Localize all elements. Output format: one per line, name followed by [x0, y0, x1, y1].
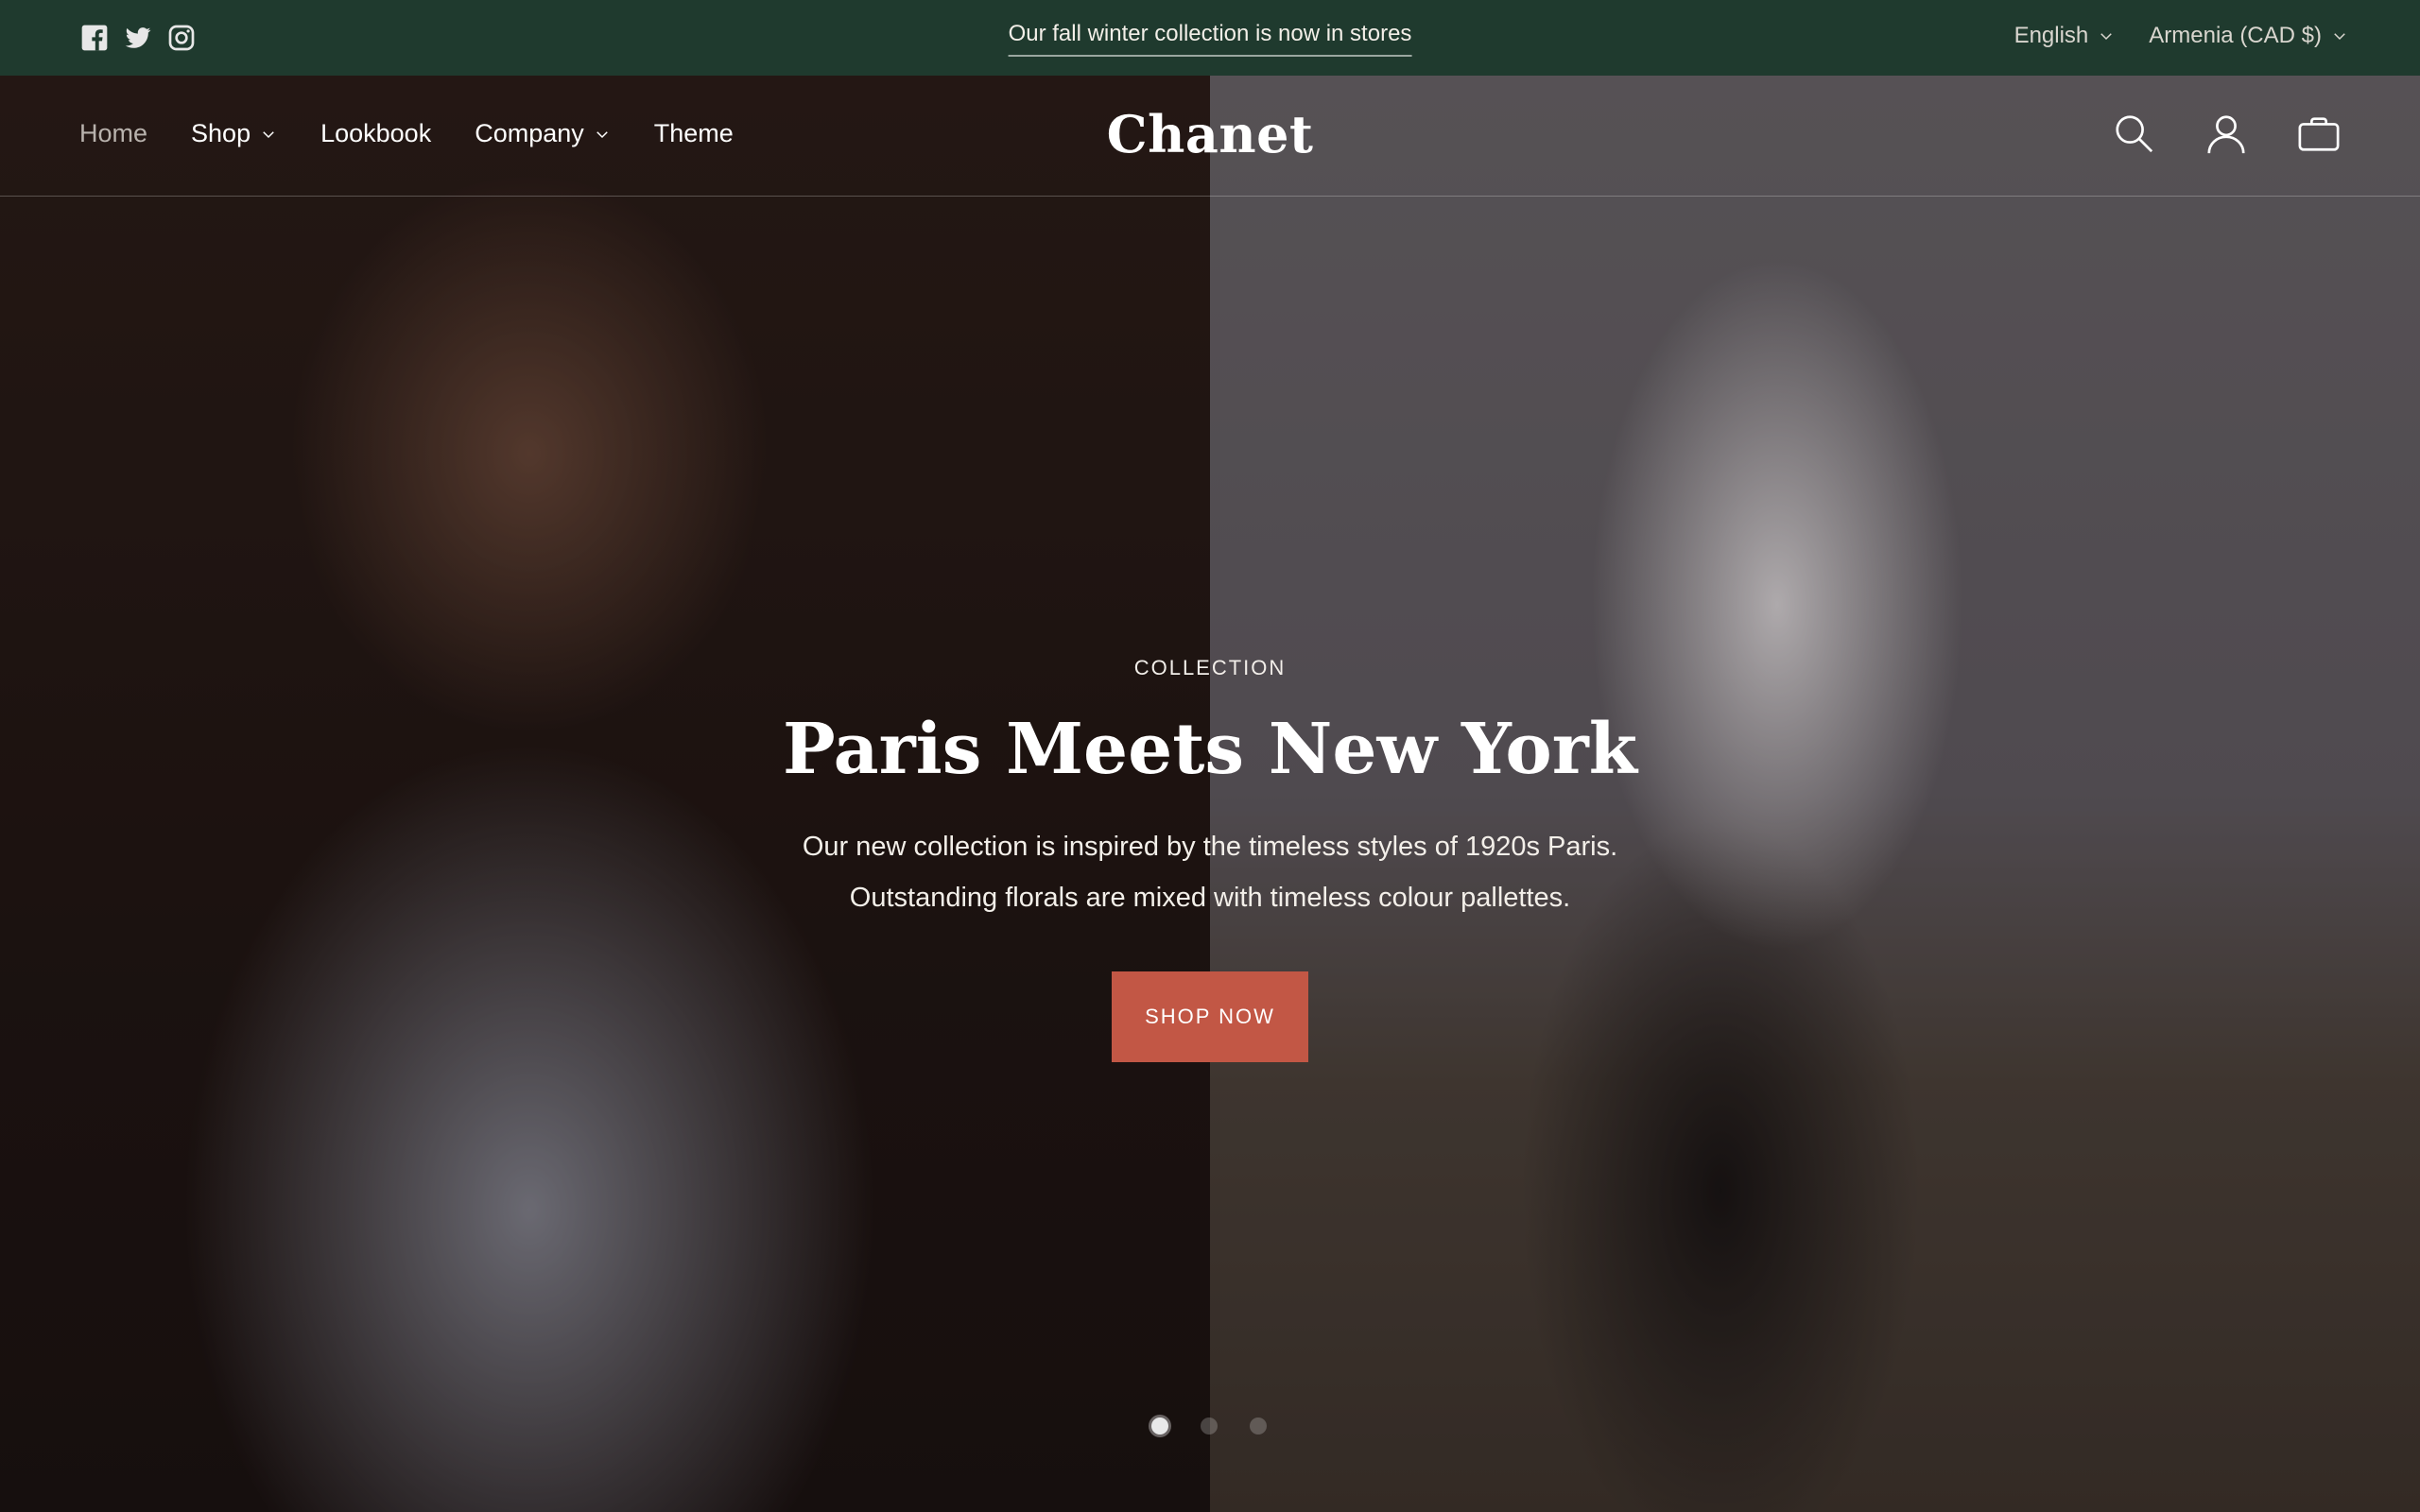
site-header: Home Shop Lookbook Company Theme Chanet — [0, 76, 2420, 197]
hero-title: Paris Meets New York — [782, 709, 1637, 790]
shop-now-button[interactable]: SHOP NOW — [1112, 971, 1308, 1062]
nav-item-label: Lookbook — [320, 119, 432, 147]
chevron-down-icon — [263, 130, 274, 138]
slide-dot-1[interactable] — [1151, 1418, 1168, 1435]
slideshow-dots — [1151, 1418, 1267, 1435]
instagram-icon[interactable] — [166, 23, 197, 53]
site-logo[interactable]: Chanet — [1107, 104, 1314, 164]
currency-label: Armenia (CAD $) — [2149, 23, 2322, 48]
hero-slideshow — [0, 76, 2420, 1512]
nav-item-home[interactable]: Home — [79, 119, 147, 148]
nav-item-label: Shop — [191, 119, 251, 147]
chevron-down-icon — [2100, 33, 2113, 41]
announcement-text[interactable]: Our fall winter collection is now in sto… — [1008, 21, 1412, 57]
slide-dot-2[interactable] — [1201, 1418, 1218, 1435]
hero-description-line-2: Outstanding florals are mixed with timel… — [849, 883, 1571, 913]
nav-item-label: Company — [475, 119, 584, 147]
social-links — [79, 23, 197, 53]
cart-icon[interactable] — [2297, 112, 2341, 155]
main-nav: Home Shop Lookbook Company Theme — [79, 119, 734, 148]
nav-item-company[interactable]: Company — [475, 119, 611, 148]
currency-selector[interactable]: Armenia (CAD $) — [2149, 23, 2348, 49]
header-actions — [2112, 112, 2341, 155]
hero-eyebrow: COLLECTION — [1133, 656, 1287, 679]
chevron-down-icon — [596, 130, 608, 138]
nav-item-theme[interactable]: Theme — [654, 119, 734, 148]
twitter-icon[interactable] — [123, 23, 153, 53]
locale-selectors: English Armenia (CAD $) — [2014, 23, 2348, 49]
account-icon[interactable] — [2204, 112, 2248, 155]
facebook-icon[interactable] — [79, 23, 110, 53]
announcement-bar: Our fall winter collection is now in sto… — [0, 0, 2420, 76]
hero-overlay — [0, 76, 2420, 1512]
search-icon[interactable] — [2112, 112, 2155, 155]
chevron-down-icon — [2334, 33, 2345, 41]
language-selector[interactable]: English — [2014, 23, 2116, 49]
nav-item-lookbook[interactable]: Lookbook — [320, 119, 431, 148]
nav-item-shop[interactable]: Shop — [191, 119, 277, 148]
nav-item-label: Theme — [653, 119, 734, 147]
slide-dot-3[interactable] — [1250, 1418, 1267, 1435]
nav-item-label: Home — [79, 119, 148, 147]
language-label: English — [2014, 23, 2089, 48]
hero-description-line-1: Our new collection is inspired by the ti… — [802, 832, 1618, 862]
